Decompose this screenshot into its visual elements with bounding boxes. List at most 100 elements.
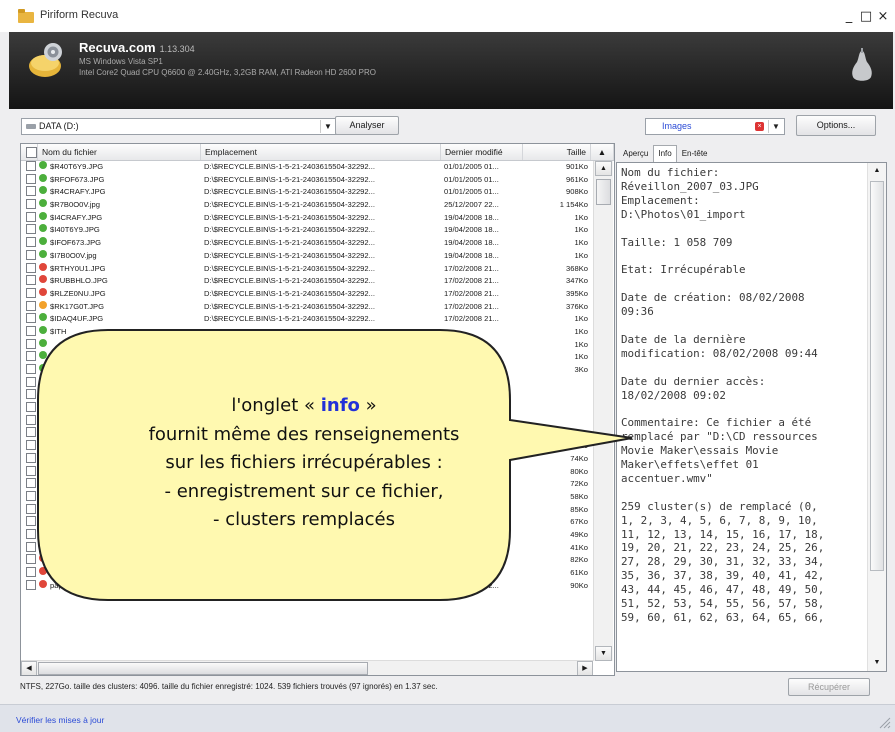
- scroll-up-icon[interactable]: ▲: [869, 163, 885, 179]
- file-name: $ITH: [50, 326, 67, 336]
- scroll-down-icon[interactable]: ▼: [869, 655, 885, 671]
- close-button[interactable]: ×: [875, 8, 891, 24]
- horizontal-scrollbar[interactable]: ◀ ▶: [21, 660, 593, 675]
- row-checkbox[interactable]: [26, 389, 36, 400]
- drive-icon: [26, 124, 36, 130]
- file-name: $I7B0O0V.jpg: [50, 250, 97, 260]
- row-checkbox[interactable]: [26, 516, 36, 527]
- tab-header[interactable]: En-tête: [677, 145, 713, 161]
- column-header-size[interactable]: Taille: [523, 144, 591, 160]
- options-button[interactable]: Options...: [796, 115, 876, 136]
- table-row[interactable]: paper01.jpg D:\?\ 22/01/2002 12... 90Ko: [21, 579, 593, 593]
- file-location: D:\$RECYCLE.BIN\S-1-5-21-2403615504-3229…: [204, 276, 375, 286]
- scroll-thumb[interactable]: [596, 179, 611, 205]
- hscroll-thumb[interactable]: [38, 662, 368, 675]
- minimize-button[interactable]: _: [841, 8, 857, 24]
- table-row[interactable]: $RLZE0NU.JPG D:\$RECYCLE.BIN\S-1-5-21-240…: [21, 287, 593, 301]
- row-checkbox[interactable]: [26, 351, 36, 362]
- row-checkbox[interactable]: [26, 224, 36, 235]
- tab-info[interactable]: Info: [653, 145, 677, 163]
- recovery-status-icon: [39, 541, 47, 550]
- drive-select[interactable]: DATA (D:) ▼: [21, 118, 337, 135]
- info-scroll-thumb[interactable]: [870, 181, 884, 571]
- table-row[interactable]: $RK17G0T.JPG D:\$RECYCLE.BIN\S-1-5-21-240…: [21, 300, 593, 314]
- row-checkbox[interactable]: [26, 402, 36, 413]
- row-checkbox[interactable]: [26, 567, 36, 577]
- table-row[interactable]: limetree.jpg D:\?\ 22/01/2002 12... 82Ko: [21, 554, 593, 567]
- scroll-right-icon[interactable]: ▶: [577, 661, 593, 675]
- row-checkbox[interactable]: [26, 528, 36, 539]
- file-location: D:\$RECYCLE.BIN\S-1-5-21-2403615504-3229…: [204, 225, 375, 235]
- window-title: Piriform Recuva: [40, 9, 119, 21]
- table-row[interactable]: [21, 376, 593, 390]
- row-checkbox[interactable]: [26, 440, 36, 451]
- scroll-up-icon[interactable]: ▲: [595, 161, 612, 176]
- table-row[interactable]: 1Ko: [21, 338, 593, 352]
- row-checkbox[interactable]: [26, 427, 36, 438]
- table-row[interactable]: 3Ko: [21, 364, 593, 377]
- row-checkbox[interactable]: [26, 173, 36, 184]
- row-checkbox[interactable]: [26, 161, 36, 171]
- table-row[interactable]: $RTHY0U1.JPG D:\$RECYCLE.BIN\S-1-5-21-240…: [21, 262, 593, 276]
- row-checkbox[interactable]: [26, 490, 36, 501]
- callout-line-5: - clusters remplacés: [213, 509, 395, 530]
- row-checkbox[interactable]: [26, 465, 36, 476]
- row-checkbox[interactable]: [26, 287, 36, 298]
- column-header-name[interactable]: Nom du fichier: [38, 144, 201, 160]
- row-checkbox[interactable]: [26, 376, 36, 387]
- table-row[interactable]: $R40T6Y9.JPG D:\$RECYCLE.BIN\S-1-5-21-240…: [21, 161, 593, 174]
- row-checkbox[interactable]: [26, 364, 36, 374]
- chevron-down-icon[interactable]: ▼: [768, 120, 783, 133]
- file-location: D:\?\: [204, 568, 221, 577]
- row-checkbox[interactable]: [26, 338, 36, 349]
- check-updates-link[interactable]: Vérifier les mises à jour: [16, 715, 104, 725]
- row-checkbox[interactable]: [26, 186, 36, 197]
- row-checkbox[interactable]: [26, 313, 36, 324]
- table-row[interactable]: $R4CRAFY.JPG D:\$RECYCLE.BIN\S-1-5-21-240…: [21, 186, 593, 199]
- column-header-location[interactable]: Emplacement: [201, 144, 441, 160]
- app-header: Recuva.com 1.13.304 MS Windows Vista SP1 …: [9, 32, 893, 109]
- row-checkbox[interactable]: [26, 262, 36, 273]
- filter-select[interactable]: Images × ▼: [645, 118, 785, 135]
- scroll-down-icon[interactable]: ▼: [595, 646, 612, 661]
- row-checkbox[interactable]: [26, 275, 36, 286]
- resize-grip-icon[interactable]: [879, 717, 891, 729]
- row-checkbox[interactable]: [26, 478, 36, 489]
- table-row[interactable]: $RFOF673.JPG D:\$RECYCLE.BIN\S-1-5-21-240…: [21, 173, 593, 187]
- row-checkbox[interactable]: [26, 414, 36, 425]
- recover-button[interactable]: Récupérer: [788, 678, 870, 696]
- vertical-scrollbar[interactable]: ▲ ▼: [593, 161, 613, 661]
- chevron-down-icon[interactable]: ▼: [320, 120, 335, 133]
- maximize-button[interactable]: □: [858, 8, 874, 24]
- table-row[interactable]: 1Ko: [21, 351, 593, 364]
- scroll-left-icon[interactable]: ◀: [21, 661, 37, 675]
- info-scrollbar[interactable]: ▲ ▼: [867, 163, 886, 671]
- row-checkbox[interactable]: [26, 452, 36, 463]
- table-row[interactable]: paper03.jpg D:\?\ 22/01/2002 12... 61Ko: [21, 567, 593, 580]
- table-row[interactable]: $I40T6Y9.JPG D:\$RECYCLE.BIN\S-1-5-21-240…: [21, 224, 593, 237]
- row-checkbox[interactable]: [26, 211, 36, 222]
- table-row[interactable]: $R7B0O0V.jpg D:\$RECYCLE.BIN\S-1-5-21-240…: [21, 199, 593, 212]
- table-row[interactable]: oak010.jpg 41Ko: [21, 541, 593, 555]
- clear-filter-icon[interactable]: ×: [755, 122, 764, 131]
- table-row[interactable]: $ITH 1Ko: [21, 325, 593, 339]
- row-checkbox[interactable]: [26, 249, 36, 260]
- row-checkbox[interactable]: [26, 199, 36, 210]
- row-checkbox[interactable]: [26, 579, 36, 590]
- analyze-button[interactable]: Analyser: [335, 116, 399, 135]
- sort-up-icon[interactable]: ▲: [591, 144, 614, 160]
- row-checkbox[interactable]: [26, 300, 36, 311]
- table-row[interactable]: $I7B0O0V.jpg D:\$RECYCLE.BIN\S-1-5-21-240…: [21, 249, 593, 263]
- row-checkbox[interactable]: [26, 541, 36, 552]
- table-row[interactable]: $IFOF673.JPG D:\$RECYCLE.BIN\S-1-5-21-240…: [21, 237, 593, 250]
- row-checkbox[interactable]: [26, 554, 36, 565]
- row-checkbox[interactable]: [26, 325, 36, 336]
- table-row[interactable]: $RUBBHLO.JPG D:\$RECYCLE.BIN\S-1-5-21-240…: [21, 275, 593, 288]
- table-row[interactable]: $IDAQ4UF.JPG D:\$RECYCLE.BIN\S-1-5-21-240…: [21, 313, 593, 326]
- column-header-modified[interactable]: Dernier modifié: [441, 144, 523, 160]
- tab-preview[interactable]: Aperçu: [618, 145, 653, 161]
- row-checkbox[interactable]: [26, 237, 36, 248]
- row-checkbox[interactable]: [26, 503, 36, 514]
- table-row[interactable]: $I4CRAFY.JPG D:\$RECYCLE.BIN\S-1-5-21-240…: [21, 211, 593, 225]
- select-all-checkbox[interactable]: [21, 144, 38, 160]
